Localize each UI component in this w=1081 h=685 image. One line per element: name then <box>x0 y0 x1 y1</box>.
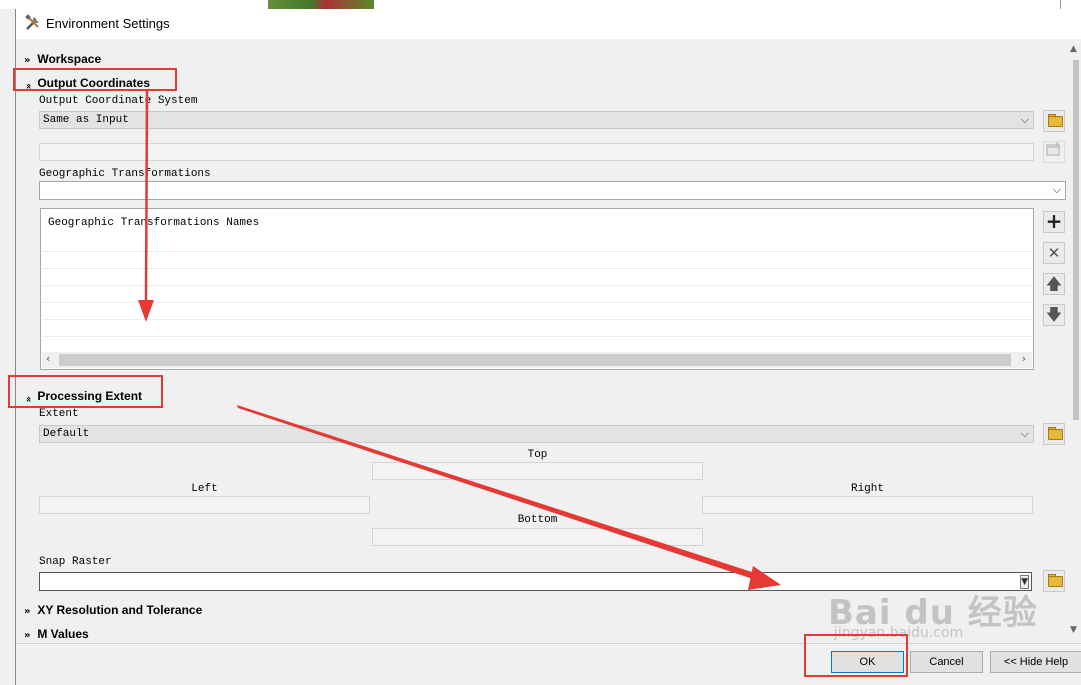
section-m-values-label: M Values <box>37 627 89 641</box>
extent-left-field[interactable] <box>39 496 370 514</box>
scrollbar-thumb[interactable] <box>1073 60 1079 420</box>
watermark-url: jingyan.baidu.com <box>834 625 964 641</box>
list-row-divider <box>42 268 1032 269</box>
settings-content: » Workspace » Output Coordinates Output … <box>16 40 1068 643</box>
scroll-up-icon[interactable]: ▲ <box>1070 44 1077 54</box>
hide-help-button[interactable]: << Hide Help <box>990 651 1081 673</box>
list-row-divider <box>42 302 1032 303</box>
extent-bottom-field[interactable] <box>372 528 703 546</box>
arrow-up-icon: 🡅 <box>1045 274 1063 293</box>
chevron-down-icon: ⌵ <box>1020 113 1029 126</box>
coordinate-system-details-field <box>39 143 1034 161</box>
spatial-reference-icon <box>1046 142 1061 156</box>
baidu-watermark: Bai du 经验 jingyan.baidu.com <box>828 585 1038 641</box>
background-image-thumbnail <box>268 0 374 9</box>
browse-extent-button[interactable] <box>1043 423 1065 445</box>
output-coordinate-system-value: Same as Input <box>43 114 129 126</box>
section-xy-resolution[interactable]: » XY Resolution and Tolerance <box>24 603 202 617</box>
extent-value: Default <box>43 428 90 440</box>
list-row-divider <box>42 285 1032 286</box>
output-coordinate-system-dropdown[interactable]: Same as Input ⌵ <box>39 111 1034 129</box>
window-title: Environment Settings <box>46 16 170 31</box>
remove-transformation-button[interactable]: ✕ <box>1043 242 1065 264</box>
extent-right-label: Right <box>850 483 884 495</box>
chevron-down-icon: » <box>24 606 31 617</box>
chevron-up-icon: » <box>23 83 35 90</box>
chevron-down-icon: » <box>24 55 31 66</box>
horizontal-scrollbar[interactable]: ‹ › <box>42 352 1032 368</box>
extent-top-label: Top <box>527 449 548 461</box>
extent-dropdown[interactable]: Default ⌵ <box>39 425 1034 443</box>
section-processing-extent[interactable]: » Processing Extent <box>23 389 143 403</box>
chevron-right-icon[interactable]: › <box>1022 352 1026 365</box>
section-workspace-label: Workspace <box>37 52 102 66</box>
section-xy-resolution-label: XY Resolution and Tolerance <box>37 603 203 617</box>
title-bar[interactable]: Environment Settings <box>16 9 1081 39</box>
extent-left-label: Left <box>191 483 218 495</box>
extent-label: Extent <box>39 408 79 420</box>
section-processing-extent-label: Processing Extent <box>37 389 143 403</box>
environment-settings-dialog: Environment Settings » Workspace » Outpu… <box>15 9 1081 685</box>
extent-right-field[interactable] <box>702 496 1033 514</box>
tools-icon <box>25 14 39 30</box>
chevron-left-icon[interactable]: ‹ <box>46 352 50 365</box>
list-row-divider <box>42 319 1032 320</box>
extent-bottom-label: Bottom <box>517 514 558 526</box>
plus-icon: + <box>1045 209 1063 233</box>
list-row-divider <box>42 336 1032 337</box>
chevron-down-icon: » <box>24 630 31 641</box>
move-up-button[interactable]: 🡅 <box>1043 273 1065 295</box>
section-output-coordinates-label: Output Coordinates <box>37 76 151 90</box>
section-m-values[interactable]: » M Values <box>24 627 89 641</box>
x-icon: ✕ <box>1047 244 1061 262</box>
geographic-transformations-dropdown[interactable]: ⌵ <box>39 181 1066 200</box>
scroll-down-icon[interactable]: ▼ <box>1070 625 1077 635</box>
list-header: Geographic Transformations Names <box>48 217 260 229</box>
chevron-down-icon: ⌵ <box>1020 427 1029 440</box>
move-down-button[interactable]: 🡇 <box>1043 304 1065 326</box>
cancel-button[interactable]: Cancel <box>910 651 983 673</box>
snap-raster-label: Snap Raster <box>39 556 112 568</box>
footer-divider <box>16 643 1081 644</box>
background-strip <box>0 0 1081 9</box>
output-coordinate-system-label: Output Coordinate System <box>39 95 198 107</box>
section-output-coordinates[interactable]: » Output Coordinates <box>23 76 151 90</box>
browse-coordinate-system-button[interactable] <box>1043 110 1065 132</box>
add-transformation-button[interactable]: + <box>1043 211 1065 233</box>
section-workspace[interactable]: » Workspace <box>24 52 101 66</box>
geographic-transformations-list[interactable]: Geographic Transformations Names ‹ › <box>40 208 1034 370</box>
chevron-down-icon: ⌵ <box>1052 183 1061 196</box>
browse-snap-raster-button[interactable] <box>1043 570 1065 592</box>
vertical-scrollbar[interactable]: ▲ ▼ <box>1068 40 1081 643</box>
geographic-transformations-label: Geographic Transformations <box>39 168 211 180</box>
background-window-edge <box>1060 0 1061 9</box>
scrollbar-thumb[interactable] <box>59 354 1011 366</box>
arrow-down-icon: 🡇 <box>1045 305 1063 324</box>
spatial-reference-properties-button[interactable] <box>1043 141 1065 163</box>
ok-button[interactable]: OK <box>831 651 904 673</box>
extent-top-field[interactable] <box>372 462 703 480</box>
list-row-divider <box>42 251 1032 252</box>
chevron-up-icon: » <box>23 396 35 403</box>
